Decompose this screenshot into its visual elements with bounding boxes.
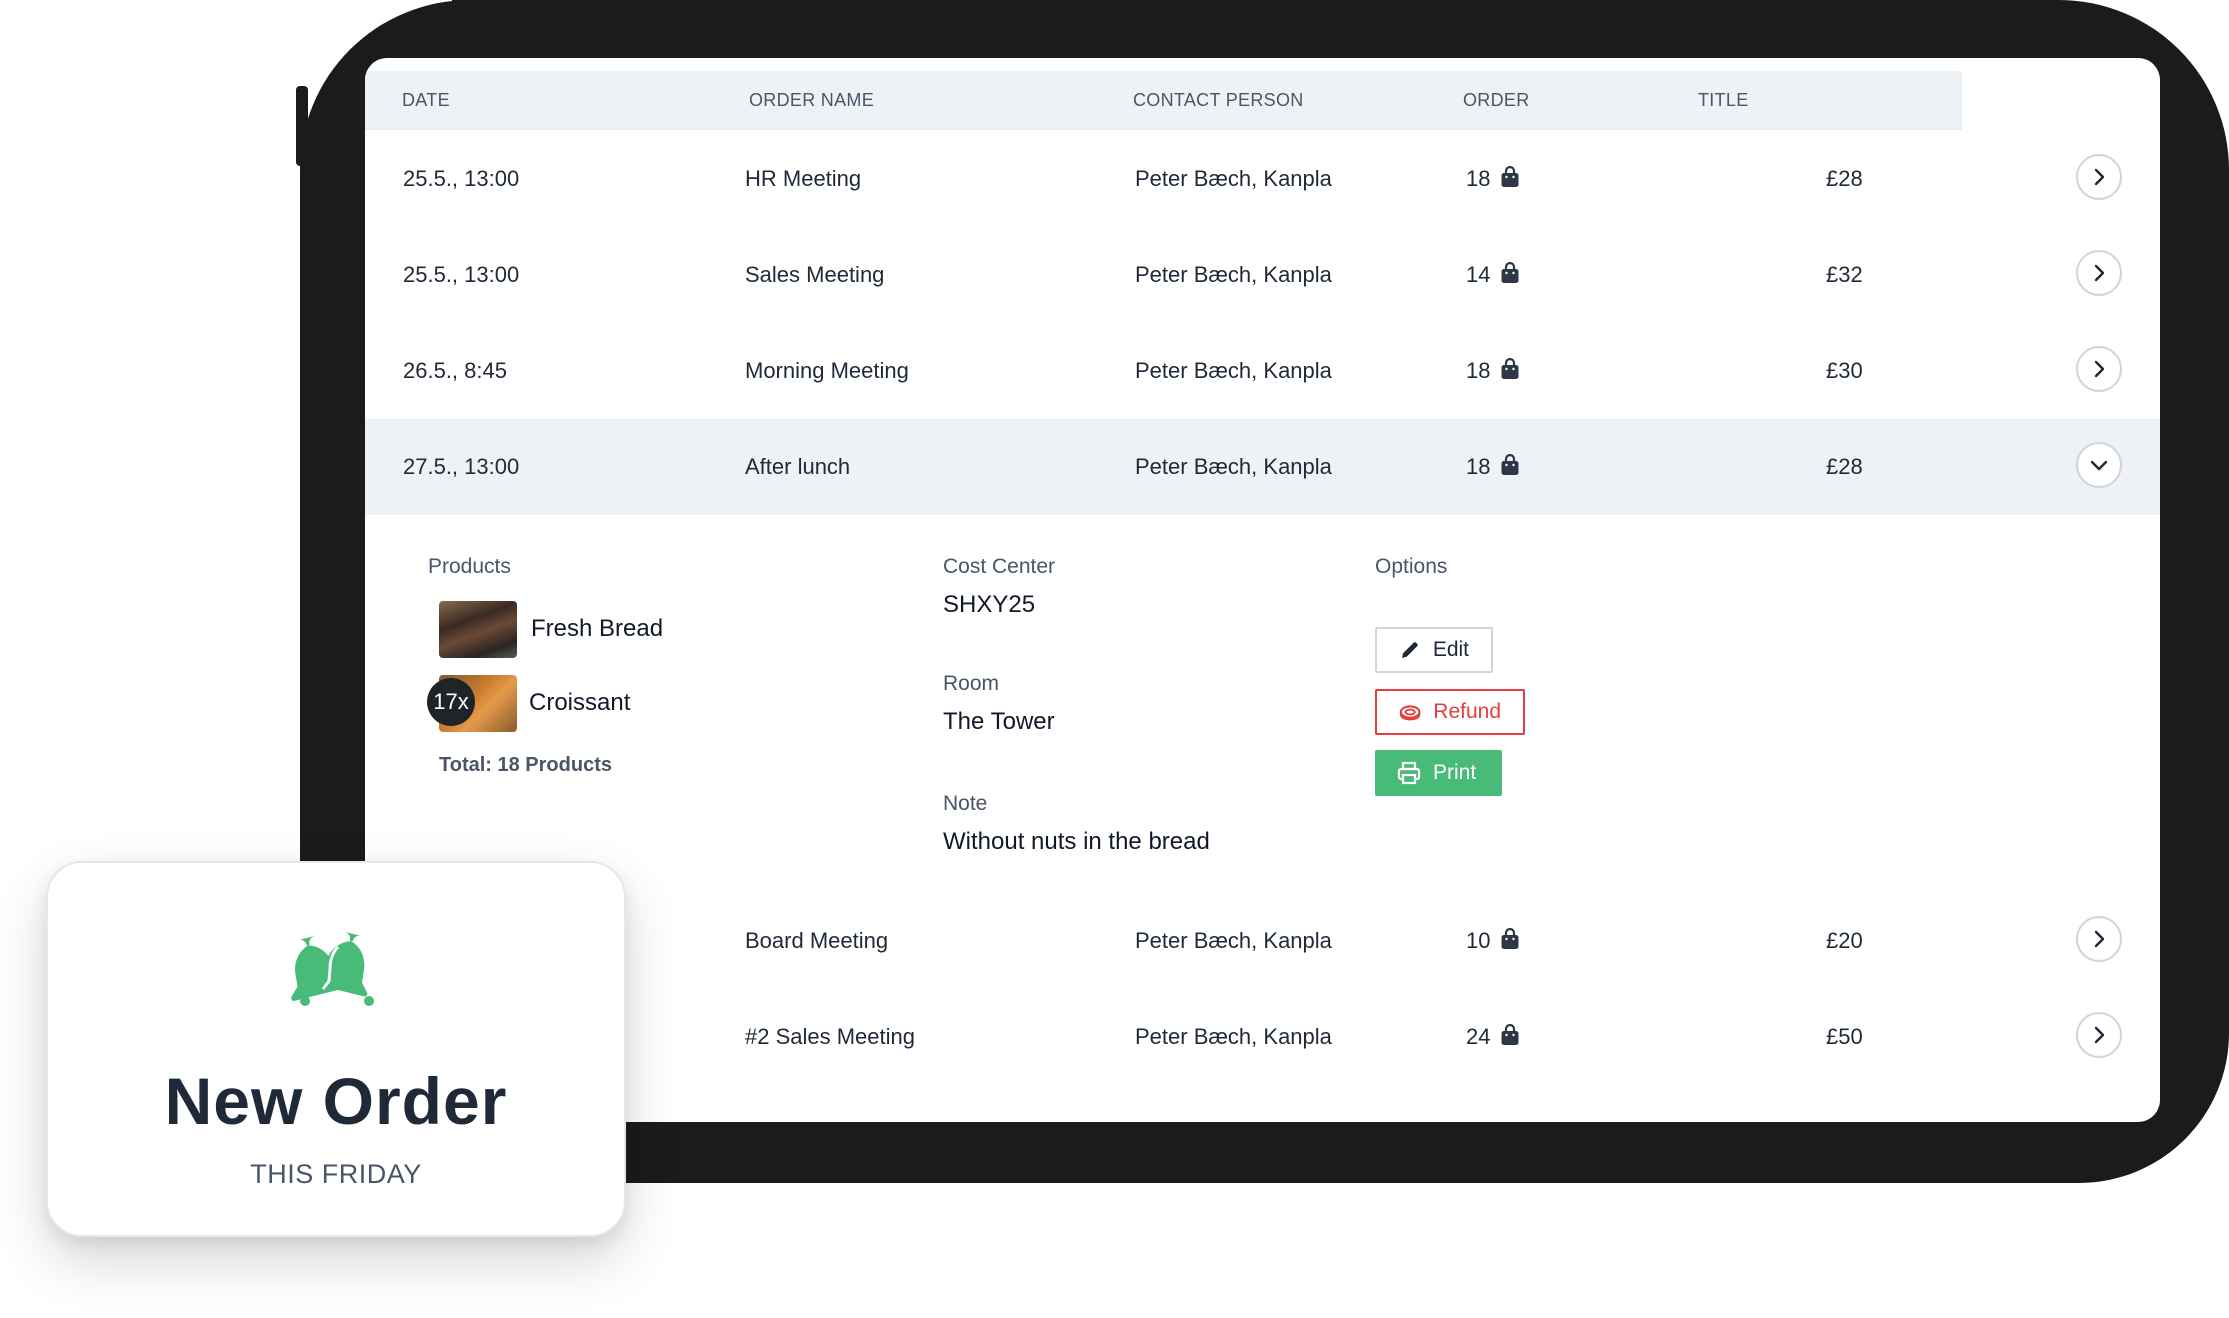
edit-button-label: Edit [1432, 638, 1469, 661]
row-order-name: Morning Meeting [745, 358, 909, 383]
bell-icon [291, 931, 374, 1006]
row-order-name: Sales Meeting [745, 262, 885, 287]
row-price: £30 [1826, 358, 1863, 383]
row-price: £50 [1826, 1024, 1863, 1049]
table-row[interactable]: #2 Sales Meeting Peter Bæch, Kanpla 24 £… [365, 989, 2160, 1085]
printer-icon [1397, 761, 1421, 785]
room-value: The Tower [943, 708, 1055, 735]
note-value: Without nuts in the bread [943, 828, 1210, 855]
chevron-right-icon [2094, 1026, 2105, 1044]
table-header: DATE ORDER NAME CONTACT PERSON ORDER TIT… [365, 71, 1962, 130]
quantity-badge: 17x [427, 678, 475, 726]
shopping-bag-icon [1501, 166, 1519, 188]
refund-icon [1399, 705, 1421, 721]
options-label: Options [1375, 555, 1448, 578]
new-order-notification[interactable]: New Order THIS FRIDAY [46, 861, 626, 1237]
column-header-order-name[interactable]: ORDER NAME [749, 71, 874, 129]
edit-button[interactable]: Edit [1375, 627, 1493, 673]
row-order-name: Board Meeting [745, 928, 889, 953]
row-price: £28 [1826, 454, 1863, 479]
row-date: 26.5., 8:45 [403, 358, 507, 383]
expand-row-button[interactable] [2076, 916, 2122, 962]
row-order-count: 14 [1466, 227, 1520, 323]
room-label: Room [943, 672, 1000, 695]
row-contact-person: Peter Bæch, Kanpla [1135, 262, 1332, 287]
screen: DATE ORDER NAME CONTACT PERSON ORDER TIT… [365, 58, 2160, 1122]
expand-row-button[interactable] [2076, 346, 2122, 392]
chevron-right-icon [2094, 168, 2105, 186]
refund-button[interactable]: Refund [1375, 689, 1525, 735]
cost-center-value: SHXY25 [943, 591, 1036, 618]
table-row[interactable]: 25.5., 13:00 Sales Meeting Peter Bæch, K… [365, 227, 2160, 325]
row-count-value: 18 [1466, 454, 1491, 479]
row-contact-person: Peter Bæch, Kanpla [1135, 928, 1332, 953]
refund-button-label: Refund [1433, 700, 1501, 723]
column-header-title[interactable]: TITLE [1698, 71, 1749, 129]
products-label: Products [428, 555, 511, 578]
product-image-fresh-bread [439, 601, 517, 658]
row-contact-person: Peter Bæch, Kanpla [1135, 166, 1332, 191]
chevron-right-icon [2094, 930, 2105, 948]
products-total: Total: 18 Products [439, 754, 612, 776]
row-count-value: 14 [1466, 262, 1491, 287]
row-date: 25.5., 13:00 [403, 166, 520, 191]
shopping-bag-icon [1501, 358, 1519, 380]
row-count-value: 24 [1466, 1024, 1491, 1049]
expand-row-button[interactable] [2076, 154, 2122, 200]
shopping-bag-icon [1501, 928, 1519, 950]
notification-title: New Order [164, 1064, 508, 1138]
cost-center-label: Cost Center [943, 555, 1056, 578]
row-contact-person: Peter Bæch, Kanpla [1135, 1024, 1332, 1049]
table-row-expanded[interactable]: 27.5., 13:00 After lunch Peter Bæch, Kan… [365, 419, 2160, 515]
chevron-right-icon [2094, 264, 2105, 282]
row-count-value: 18 [1466, 358, 1491, 383]
row-order-count: 10 [1466, 893, 1520, 989]
table-row[interactable]: 25.5., 13:00 HR Meeting Peter Bæch, Kanp… [365, 131, 2160, 229]
row-price: £32 [1826, 262, 1863, 287]
row-order-name: After lunch [745, 454, 851, 479]
shopping-bag-icon [1501, 1024, 1519, 1046]
row-count-value: 10 [1466, 928, 1491, 953]
shopping-bag-icon [1501, 454, 1519, 476]
expand-row-button[interactable] [2076, 250, 2122, 296]
print-button[interactable]: Print [1375, 750, 1502, 796]
tablet-button [452, 0, 508, 6]
pencil-icon [1401, 642, 1418, 658]
column-header-contact-person[interactable]: CONTACT PERSON [1133, 71, 1304, 129]
product-name: Fresh Bread [531, 615, 664, 642]
table-row[interactable]: Board Meeting Peter Bæch, Kanpla 10 £20 [365, 893, 2160, 991]
row-order-name: #2 Sales Meeting [745, 1024, 915, 1049]
column-header-date[interactable]: DATE [402, 71, 450, 129]
shopping-bag-icon [1501, 262, 1519, 284]
row-order-count: 18 [1466, 419, 1520, 515]
chevron-right-icon [2094, 360, 2105, 378]
row-price: £28 [1826, 166, 1863, 191]
notification-subtitle: THIS FRIDAY [250, 1159, 422, 1189]
row-contact-person: Peter Bæch, Kanpla [1135, 454, 1332, 479]
row-date: 27.5., 13:00 [403, 454, 520, 479]
row-order-name: HR Meeting [745, 166, 862, 191]
collapse-row-button[interactable] [2076, 442, 2122, 488]
row-date: 25.5., 13:00 [403, 262, 520, 287]
chevron-down-icon [2090, 460, 2108, 471]
row-count-value: 18 [1466, 166, 1491, 191]
row-contact-person: Peter Bæch, Kanpla [1135, 358, 1332, 383]
order-details-panel: Products Fresh Bread 17x Croissant Total… [365, 515, 2160, 895]
row-order-count: 24 [1466, 989, 1520, 1085]
expand-row-button[interactable] [2076, 1012, 2122, 1058]
print-button-label: Print [1433, 761, 1477, 784]
row-order-count: 18 [1466, 131, 1520, 227]
row-order-count: 18 [1466, 323, 1520, 419]
note-label: Note [943, 792, 988, 815]
table-row[interactable]: 26.5., 8:45 Morning Meeting Peter Bæch, … [365, 323, 2160, 421]
product-name: Croissant [529, 689, 631, 716]
row-price: £20 [1826, 928, 1863, 953]
tablet-button [548, 0, 624, 6]
tablet-side-button [296, 86, 308, 166]
column-header-order[interactable]: ORDER [1463, 71, 1530, 129]
